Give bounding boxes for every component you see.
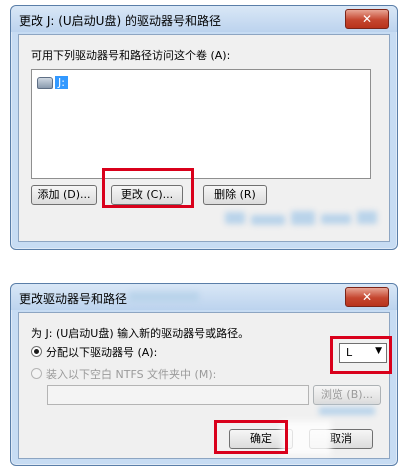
drive-paths-list[interactable]: J:	[31, 69, 371, 179]
dialog-title: 更改驱动器号和路径	[19, 292, 128, 306]
blurred-region	[225, 212, 245, 224]
dialog-client: 为 J: (U启动U盘) 输入新的驱动器号或路径。 分配以下驱动器号 (A): …	[18, 312, 390, 459]
mount-folder-radio[interactable]	[31, 368, 42, 379]
usb-drive-icon	[37, 76, 53, 89]
highlight-box	[102, 168, 194, 208]
highlight-box	[330, 336, 392, 374]
browse-button[interactable]: 浏览 (B)...	[313, 385, 381, 405]
highlight-box	[214, 420, 288, 454]
remove-button[interactable]: 删除 (R)	[203, 185, 267, 205]
change-drive-letter-path-dialog: 更改驱动器号和路径 ✕ 为 J: (U启动U盘) 输入新的驱动器号或路径。 分配…	[10, 283, 398, 466]
blurred-region	[319, 407, 375, 415]
dialog-title: 更改 J: (U启动U盘) 的驱动器号和路径	[19, 14, 221, 28]
prompt-label: 为 J: (U启动U盘) 输入新的驱动器号或路径。	[31, 327, 250, 340]
folder-path-input[interactable]	[47, 385, 309, 405]
blurred-region	[357, 211, 377, 224]
blurred-region	[291, 211, 315, 225]
instruction-label: 可用下列驱动器号和路径访问这个卷 (A):	[31, 49, 231, 62]
add-button[interactable]: 添加 (D)...	[31, 185, 97, 205]
assign-letter-radio[interactable]	[31, 346, 42, 357]
blurred-region	[251, 215, 285, 225]
blurred-region	[129, 292, 199, 302]
title-bar: 更改驱动器号和路径 ✕	[11, 284, 397, 310]
mount-folder-label: 装入以下空白 NTFS 文件夹中 (M):	[46, 368, 217, 381]
title-bar: 更改 J: (U启动U盘) 的驱动器号和路径 ✕	[11, 6, 397, 32]
blurred-region	[321, 214, 351, 224]
close-button[interactable]: ✕	[345, 9, 389, 29]
watermark	[281, 421, 331, 455]
assign-letter-label: 分配以下驱动器号 (A):	[46, 346, 158, 359]
dialog-client: 可用下列驱动器号和路径访问这个卷 (A): J: 添加 (D)... 更改 (C…	[18, 34, 390, 242]
close-button[interactable]: ✕	[345, 287, 389, 307]
change-drive-letter-dialog: 更改 J: (U启动U盘) 的驱动器号和路径 ✕ 可用下列驱动器号和路径访问这个…	[10, 5, 398, 250]
drive-letter-label: J:	[55, 76, 68, 89]
list-item[interactable]: J:	[37, 76, 68, 89]
